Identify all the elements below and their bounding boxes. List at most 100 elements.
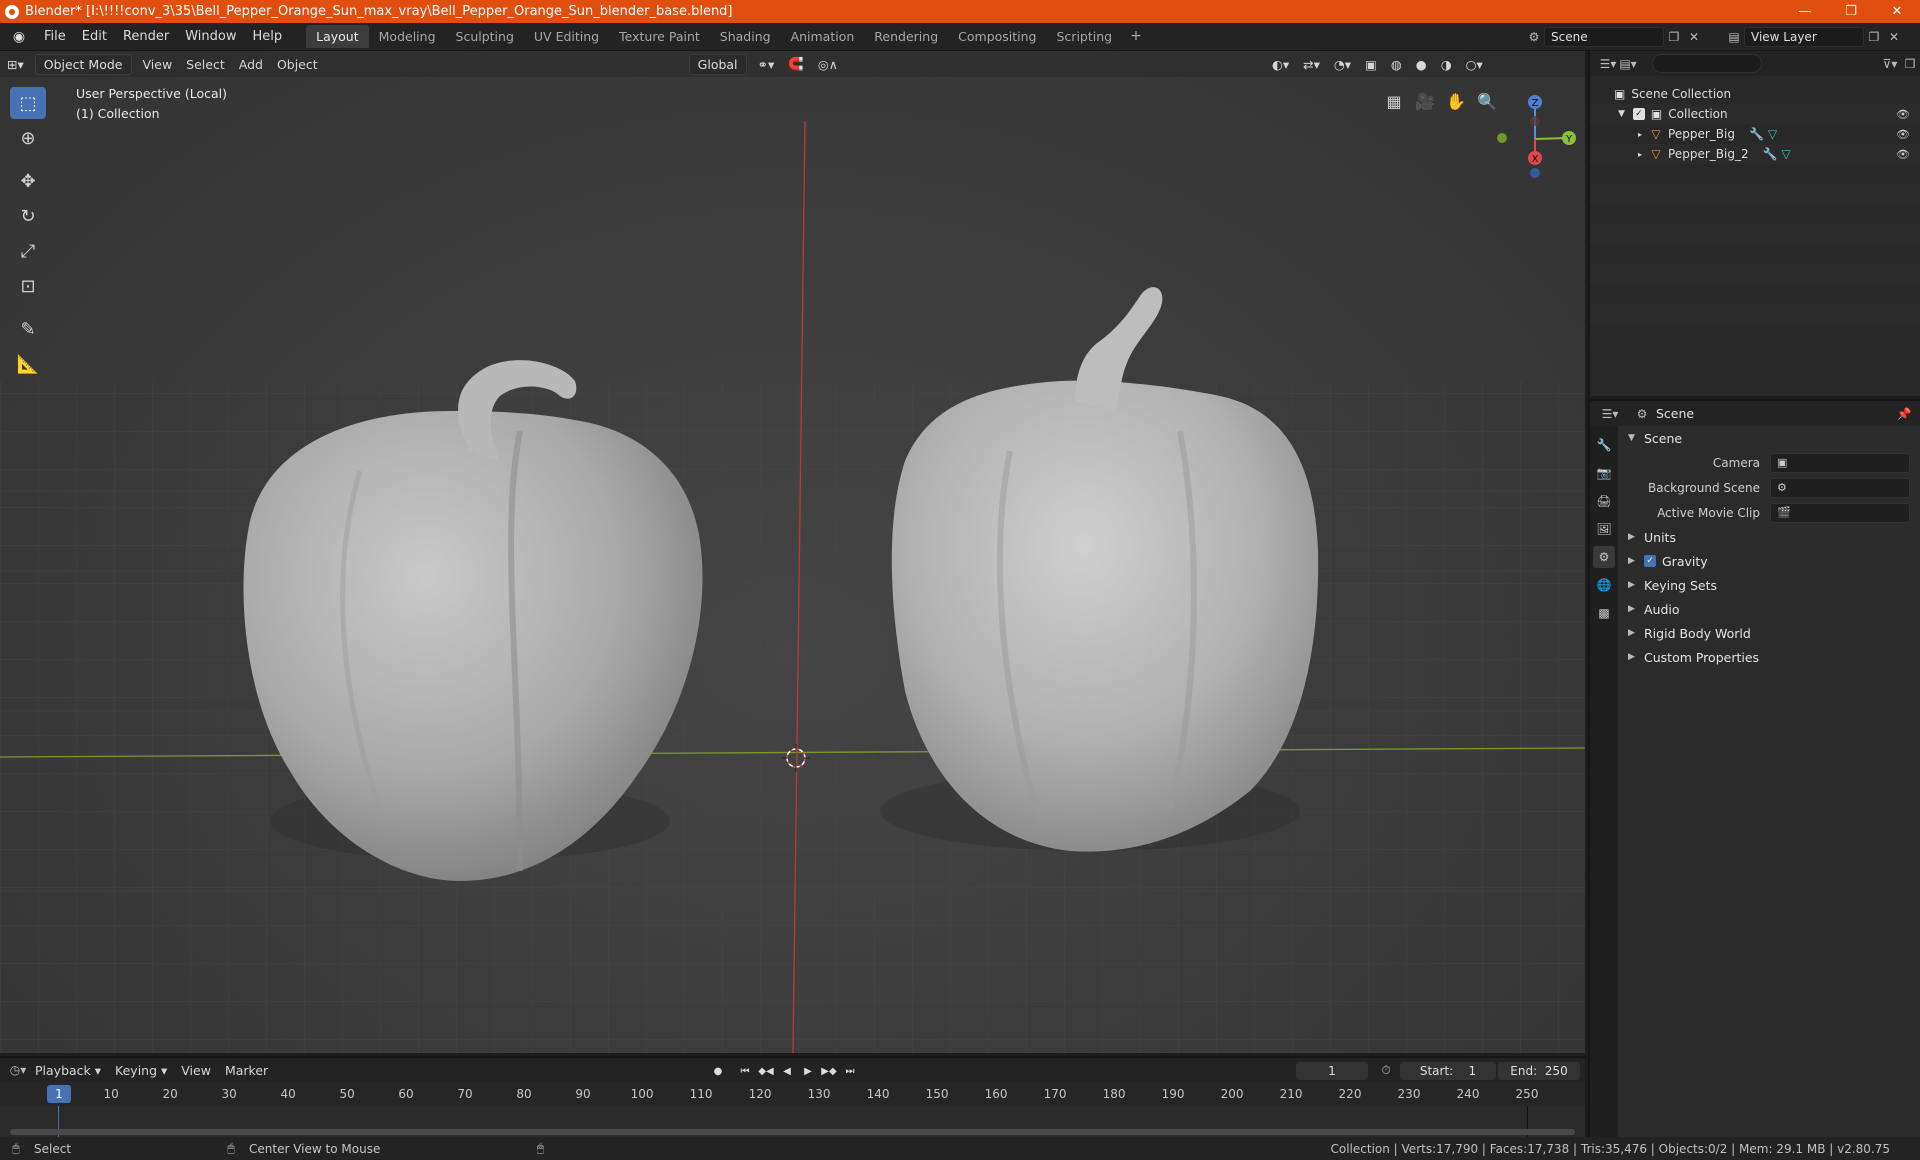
outliner-pepper-big-2[interactable]: ▸ ▽ Pepper_Big_2 🔧 ▽ 👁 bbox=[1590, 144, 1920, 164]
close-button[interactable]: ✕ bbox=[1874, 0, 1920, 23]
custom-properties-panel-header[interactable]: ▶ Custom Properties bbox=[1620, 645, 1920, 669]
rigid-body-world-panel-header[interactable]: ▶ Rigid Body World bbox=[1620, 621, 1920, 645]
shading-rendered-icon[interactable]: ○▾ bbox=[1459, 54, 1490, 75]
pepper-big-visibility-icon[interactable]: 👁 bbox=[1896, 128, 1910, 141]
preview-range-icon[interactable]: ⏱ bbox=[1376, 1063, 1396, 1078]
overlays-icon[interactable]: ◔▾ bbox=[1327, 54, 1358, 75]
delete-scene-icon[interactable]: ✕ bbox=[1684, 30, 1704, 44]
modifier-icon[interactable]: 🔧 bbox=[1749, 127, 1764, 141]
outliner-search-input[interactable] bbox=[1652, 54, 1762, 73]
outliner-pepper-big[interactable]: ▸ ▽ Pepper_Big 🔧 ▽ 👁 bbox=[1590, 124, 1920, 144]
mesh-data-icon[interactable]: ▽ bbox=[1782, 147, 1791, 161]
viewport-scene[interactable] bbox=[0, 51, 1585, 1053]
tab-compositing[interactable]: Compositing bbox=[948, 25, 1046, 48]
expand-arrow-icon[interactable]: ▸ bbox=[1638, 150, 1642, 159]
add-workspace-button[interactable]: + bbox=[1122, 25, 1150, 48]
view-layer-icon[interactable]: ▤ bbox=[1724, 30, 1744, 44]
jump-end-icon[interactable]: ⏭ bbox=[840, 1062, 860, 1080]
menu-help[interactable]: Help bbox=[245, 26, 291, 47]
viewport-menu-add[interactable]: Add bbox=[232, 54, 270, 75]
collection-visibility-icon[interactable]: 👁 bbox=[1896, 108, 1910, 121]
keying-sets-panel-header[interactable]: ▶ Keying Sets bbox=[1620, 573, 1920, 597]
active-movie-clip-field[interactable]: 🎬 bbox=[1770, 502, 1910, 523]
move-tool-icon[interactable]: ✥ bbox=[10, 165, 46, 197]
tab-shading[interactable]: Shading bbox=[710, 25, 781, 48]
display-mode-icon[interactable]: ▤▾ bbox=[1618, 57, 1638, 71]
menu-render[interactable]: Render bbox=[115, 26, 177, 47]
keying-menu[interactable]: Keying ▾ bbox=[108, 1060, 174, 1081]
modifier-icon[interactable]: 🔧 bbox=[1763, 147, 1778, 161]
tab-layout[interactable]: Layout bbox=[306, 25, 369, 48]
3d-viewport[interactable]: ⊞▾ Object Mode View Select Add Object Gl… bbox=[0, 51, 1585, 1053]
play-reverse-icon[interactable]: ◀ bbox=[777, 1062, 797, 1080]
scene-icon[interactable]: ⚙ bbox=[1524, 30, 1544, 44]
pepper-big-2-object[interactable] bbox=[880, 287, 1319, 852]
navigation-gizmo[interactable]: Z Y X bbox=[1495, 89, 1585, 189]
tab-texture-icon[interactable]: ▩ bbox=[1593, 602, 1615, 624]
tab-scripting[interactable]: Scripting bbox=[1047, 25, 1123, 48]
collection-checkbox[interactable]: ✓ bbox=[1632, 108, 1645, 120]
play-icon[interactable]: ▶ bbox=[798, 1062, 818, 1080]
current-frame-indicator[interactable]: 1 bbox=[47, 1085, 71, 1103]
camera-view-icon[interactable]: 🎥 bbox=[1411, 87, 1439, 115]
mesh-data-icon[interactable]: ▽ bbox=[1768, 127, 1777, 141]
editor-type-icon[interactable]: ⊞▾ bbox=[0, 54, 31, 75]
minimize-button[interactable]: — bbox=[1782, 0, 1828, 23]
tab-world-icon[interactable]: 🌐 bbox=[1593, 574, 1615, 596]
tab-render-icon[interactable]: 📷 bbox=[1593, 462, 1615, 484]
tab-animation[interactable]: Animation bbox=[781, 25, 865, 48]
toggle-camera-grid-icon[interactable]: ▦ bbox=[1380, 87, 1408, 115]
object-mode-dropdown[interactable]: Object Mode bbox=[34, 53, 132, 75]
shading-material-icon[interactable]: ◑ bbox=[1434, 54, 1459, 75]
scale-tool-icon[interactable]: ⤢ bbox=[10, 235, 46, 267]
tab-texture-paint[interactable]: Texture Paint bbox=[609, 25, 710, 48]
menu-edit[interactable]: Edit bbox=[74, 26, 115, 47]
transform-orientation-dropdown[interactable]: Global bbox=[688, 53, 747, 75]
end-frame-field[interactable]: End: 250 bbox=[1498, 1062, 1580, 1080]
camera-field[interactable]: ▣ bbox=[1770, 452, 1910, 473]
prev-keyframe-icon[interactable]: ◆◀ bbox=[756, 1062, 776, 1080]
annotate-tool-icon[interactable]: ✎ bbox=[10, 313, 46, 345]
viewport-menu-view[interactable]: View bbox=[136, 54, 180, 75]
tab-scene-icon[interactable]: ⚙ bbox=[1593, 546, 1615, 568]
new-view-layer-icon[interactable]: ❐ bbox=[1864, 30, 1884, 44]
menu-file[interactable]: File bbox=[36, 26, 74, 47]
rotate-tool-icon[interactable]: ↻ bbox=[10, 200, 46, 232]
cursor-tool-icon[interactable]: ⊕ bbox=[10, 122, 46, 154]
expand-arrow-icon[interactable]: ▸ bbox=[1638, 130, 1642, 139]
viewport-menu-select[interactable]: Select bbox=[179, 54, 232, 75]
view-layer-field[interactable]: View Layer bbox=[1744, 26, 1864, 47]
next-keyframe-icon[interactable]: ▶◆ bbox=[819, 1062, 839, 1080]
shading-wireframe-icon[interactable]: ◍ bbox=[1384, 54, 1409, 75]
restore-button[interactable]: ❐ bbox=[1828, 0, 1874, 23]
outliner-editor-icon[interactable]: ☰▾ bbox=[1598, 57, 1618, 71]
collapse-arrow-icon[interactable]: ▼ bbox=[1618, 109, 1625, 119]
new-scene-icon[interactable]: ❐ bbox=[1664, 30, 1684, 44]
timeline-editor-icon[interactable]: ◷▾ bbox=[8, 1063, 28, 1077]
transform-tool-icon[interactable]: ⊡ bbox=[10, 270, 46, 302]
pan-view-icon[interactable]: ✋ bbox=[1442, 87, 1470, 115]
timeline-scrollbar[interactable] bbox=[10, 1129, 1575, 1135]
pivot-point-icon[interactable]: ⚭▾ bbox=[751, 54, 782, 75]
scene-name-field[interactable]: Scene bbox=[1544, 26, 1664, 47]
snap-icon[interactable]: 🧲 bbox=[781, 53, 811, 75]
measure-tool-icon[interactable]: 📐 bbox=[10, 348, 46, 380]
select-box-tool-icon[interactable]: ⬚ bbox=[10, 87, 46, 119]
pin-icon[interactable]: 📌 bbox=[1894, 407, 1914, 421]
timeline-ruler[interactable]: 10 20 30 40 50 60 70 80 90 100 110 120 130 140 150 160 1… bbox=[0, 1082, 1585, 1106]
units-panel-header[interactable]: ▶ Units bbox=[1620, 525, 1920, 549]
start-frame-field[interactable]: Start: 1 bbox=[1400, 1062, 1496, 1080]
viewport-menu-object[interactable]: Object bbox=[270, 54, 325, 75]
record-icon[interactable]: ● bbox=[708, 1062, 728, 1080]
current-frame-field[interactable]: 1 bbox=[1296, 1062, 1368, 1080]
visibility-icon[interactable]: ◐▾ bbox=[1265, 54, 1296, 75]
tab-uv-editing[interactable]: UV Editing bbox=[524, 25, 609, 48]
menu-window[interactable]: Window bbox=[177, 26, 244, 47]
background-scene-field[interactable]: ⚙ bbox=[1770, 477, 1910, 498]
properties-editor-icon[interactable]: ☰▾ bbox=[1600, 407, 1620, 421]
filter-icon[interactable]: ⊽▾ bbox=[1880, 57, 1900, 71]
gravity-panel-header[interactable]: ▶ ✓ Gravity bbox=[1620, 549, 1920, 573]
new-collection-icon[interactable]: ❐ bbox=[1900, 57, 1920, 71]
tab-view-layer-icon[interactable]: 🖼 bbox=[1593, 518, 1615, 540]
audio-panel-header[interactable]: ▶ Audio bbox=[1620, 597, 1920, 621]
